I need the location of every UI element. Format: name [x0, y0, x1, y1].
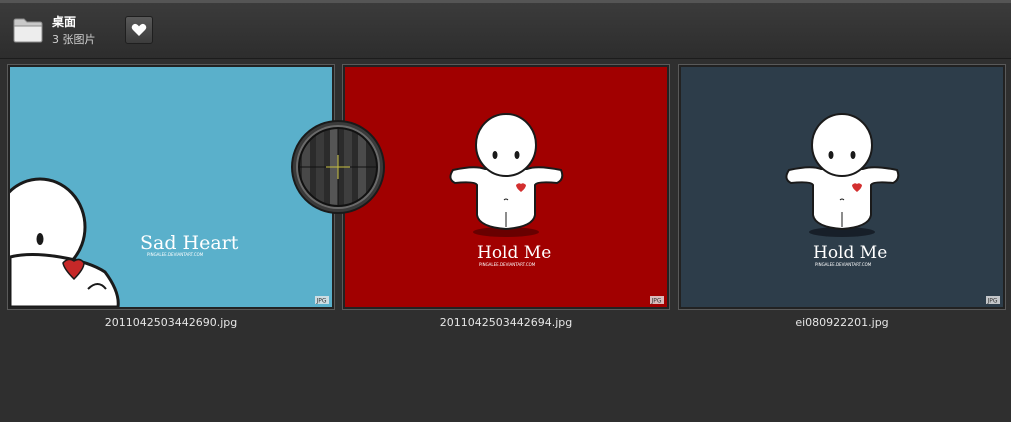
thumbnail-item[interactable]: Sad Heart PINGALEE.DEVIANTART.COM JPG 20…	[7, 64, 335, 329]
thumbnail-item[interactable]: Hold Me PINGALEE.DEVIANTART.COM JPG 2011…	[342, 64, 670, 329]
image-title: Sad Heart	[140, 232, 239, 254]
thumbnail-filename[interactable]: 2011042503442690.jpg	[7, 316, 335, 329]
thumbnail-item[interactable]: Hold Me PINGALEE.DEVIANTART.COM JPG ei08…	[678, 64, 1006, 329]
folder-name: 桌面	[52, 15, 77, 29]
folder-header: 桌面 3 张图片	[0, 3, 1011, 59]
jpg-badge: JPG	[987, 298, 998, 305]
folder-icon	[13, 18, 43, 43]
favorite-button[interactable]	[125, 16, 153, 44]
image-count: 3 张图片	[52, 33, 96, 46]
heart-icon	[131, 23, 147, 36]
image-credit: PINGALEE.DEVIANTART.COM	[479, 262, 536, 267]
thumbnail-filename[interactable]: 2011042503442694.jpg	[342, 316, 670, 329]
thumbnail-frame[interactable]: Hold Me PINGALEE.DEVIANTART.COM JPG	[678, 64, 1006, 310]
thumbnail-frame[interactable]: Sad Heart PINGALEE.DEVIANTART.COM JPG	[7, 64, 335, 310]
jpg-badge: JPG	[651, 298, 662, 305]
thumbnail-frame[interactable]: Hold Me PINGALEE.DEVIANTART.COM JPG	[342, 64, 670, 310]
image-credit: PINGALEE.DEVIANTART.COM	[147, 252, 204, 257]
image-credit: PINGALEE.DEVIANTART.COM	[815, 262, 872, 267]
jpg-badge: JPG	[316, 298, 327, 305]
image-title: Hold Me	[813, 243, 887, 263]
thumbnail-filename[interactable]: ei080922201.jpg	[678, 316, 1006, 329]
image-title: Hold Me	[477, 243, 551, 263]
crosshair-cursor-icon	[291, 120, 385, 214]
thumbnail-image: Sad Heart PINGALEE.DEVIANTART.COM JPG	[10, 67, 332, 307]
thumbnail-image: Hold Me PINGALEE.DEVIANTART.COM JPG	[345, 67, 667, 307]
thumbnail-image: Hold Me PINGALEE.DEVIANTART.COM JPG	[681, 67, 1003, 307]
